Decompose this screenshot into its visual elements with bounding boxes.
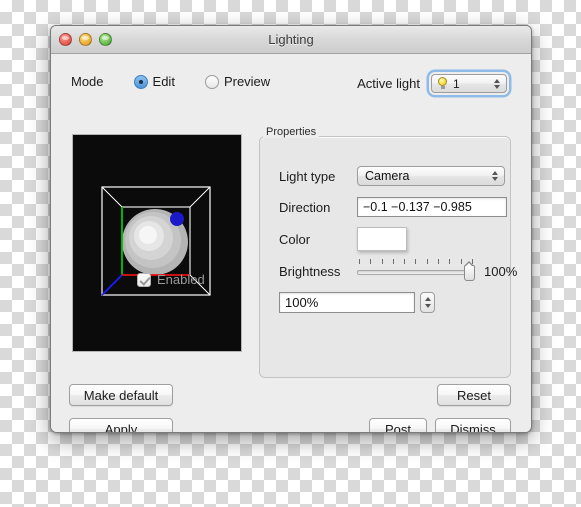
enabled-checkbox[interactable] — [137, 272, 151, 287]
brightness-label: Brightness — [279, 263, 341, 279]
brightness-row: Brightness 100% — [279, 259, 517, 283]
enabled-row[interactable]: Enabled — [137, 272, 205, 287]
dismiss-button[interactable]: Dismiss — [435, 418, 511, 432]
radio-selected-icon[interactable] — [133, 74, 148, 89]
mode-label: Mode — [71, 74, 104, 89]
mode-row: Mode Edit Preview — [71, 74, 270, 89]
zoom-button[interactable] — [99, 33, 112, 46]
traffic-lights — [59, 33, 112, 46]
popup-arrows-icon[interactable] — [492, 171, 498, 181]
brightness-percent-label: 100% — [484, 263, 518, 279]
light-type-dropdown[interactable]: Camera — [357, 166, 505, 186]
mode-radio-preview[interactable]: Preview — [204, 74, 271, 89]
mode-radio-preview-label: Preview — [223, 74, 271, 89]
lighting-window: Lighting Mode Edit Preview Active light … — [50, 25, 532, 433]
post-button[interactable]: Post — [369, 418, 427, 432]
active-light-row: Active light 1 — [357, 72, 509, 95]
brightness-stepper[interactable] — [420, 292, 435, 313]
reset-button[interactable]: Reset — [437, 384, 511, 406]
brightness-field-row: 100% — [279, 292, 435, 313]
window-titlebar[interactable]: Lighting — [51, 26, 531, 54]
active-light-stepper-arrows[interactable] — [494, 78, 500, 89]
light-preview-viewport[interactable] — [72, 134, 242, 352]
active-light-focus-ring: 1 — [429, 72, 509, 95]
apply-button[interactable]: Apply — [69, 418, 173, 432]
lightbulb-icon — [437, 77, 448, 90]
light-preview-scene — [73, 135, 241, 351]
window-content: Mode Edit Preview Active light 1 Propert… — [51, 54, 531, 432]
minimize-button[interactable] — [79, 33, 92, 46]
chevron-up-icon — [492, 171, 498, 175]
make-default-button[interactable]: Make default — [69, 384, 173, 406]
active-light-stepper[interactable]: 1 — [431, 74, 507, 93]
window-title: Lighting — [268, 32, 314, 47]
chevron-down-icon[interactable] — [494, 84, 500, 89]
light-type-row: Light type Camera — [279, 166, 505, 186]
enabled-label: Enabled — [157, 272, 205, 287]
properties-group-label: Properties — [263, 126, 320, 138]
active-light-value: 1 — [453, 76, 460, 91]
direction-value: −0.1 −0.137 −0.985 — [363, 200, 472, 214]
close-button[interactable] — [59, 33, 72, 46]
brightness-slider-ticks — [359, 259, 473, 265]
chevron-up-icon[interactable] — [424, 297, 431, 301]
radio-unselected-icon[interactable] — [204, 74, 219, 89]
color-row: Color — [279, 227, 407, 251]
direction-label: Direction — [279, 199, 331, 215]
light-type-value: Camera — [365, 169, 410, 183]
brightness-slider-thumb[interactable] — [464, 261, 475, 281]
chevron-up-icon[interactable] — [494, 78, 500, 83]
color-label: Color — [279, 231, 311, 247]
mode-radio-edit[interactable]: Edit — [133, 74, 175, 89]
light-type-label: Light type — [279, 168, 336, 184]
direction-input[interactable]: −0.1 −0.137 −0.985 — [357, 197, 507, 217]
chevron-down-icon[interactable] — [424, 304, 431, 308]
mode-radio-edit-label: Edit — [152, 74, 175, 89]
brightness-slider[interactable] — [357, 259, 475, 283]
brightness-input-value: 100% — [285, 295, 319, 310]
direction-row: Direction −0.1 −0.137 −0.985 — [279, 197, 507, 217]
brightness-input[interactable]: 100% — [279, 292, 415, 313]
brightness-slider-track[interactable] — [357, 270, 473, 275]
color-swatch[interactable] — [357, 227, 407, 251]
chevron-down-icon — [492, 177, 498, 181]
active-light-label: Active light — [357, 76, 420, 91]
